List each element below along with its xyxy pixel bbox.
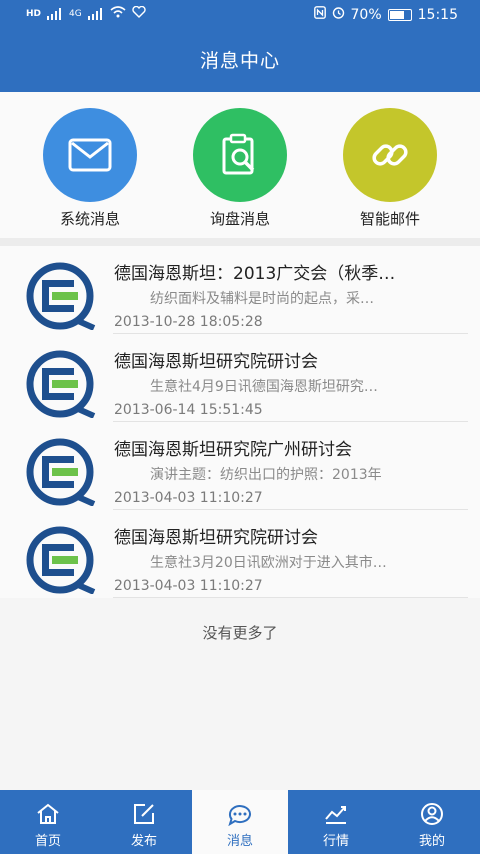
category-smart-mail[interactable]: 智能邮件 — [325, 108, 455, 229]
list-item[interactable]: 德国海恩斯坦研究院广州研讨会 演讲主题：纺织出口的护照：2013年 2013-0… — [0, 422, 480, 510]
tab-label: 首页 — [34, 834, 61, 849]
wifi-icon — [110, 6, 126, 22]
section-divider — [0, 238, 480, 246]
list-item[interactable]: 德国海恩斯坦研究院研讨会 生意社4月9日讯德国海恩斯坦研究… 2013-06-1… — [0, 334, 480, 422]
link-icon[interactable] — [343, 108, 437, 202]
category-shortcuts: 系统消息 询盘消息 智能邮件 — [0, 92, 480, 238]
user-icon — [421, 803, 443, 825]
tab-messages[interactable]: 消息 — [192, 790, 288, 854]
tab-label: 行情 — [322, 834, 349, 849]
home-icon — [37, 803, 59, 824]
no-more-text: 没有更多了 — [202, 624, 278, 642]
heart-icon — [132, 5, 146, 22]
message-time: 2013-04-03 11:10:27 — [114, 490, 263, 506]
chart-icon — [325, 806, 346, 824]
message-title: 德国海恩斯坦研究院研讨会 — [114, 352, 318, 372]
category-label: 智能邮件 — [359, 210, 420, 228]
company-logo — [26, 350, 96, 418]
bottom-nav: 首页 发布 消息 行情 我的 — [0, 790, 480, 854]
battery-percent: 70% — [350, 6, 382, 23]
message-title: 德国海恩斯坦：2013广交会（秋季… — [114, 264, 396, 284]
tab-home[interactable]: 首页 — [0, 790, 96, 854]
company-logo — [26, 262, 96, 330]
message-summary: 演讲主题：纺织出口的护照：2013年 — [150, 467, 382, 483]
chat-icon — [228, 805, 251, 826]
message-time: 2013-04-03 11:10:27 — [114, 578, 263, 594]
page-title: 消息中心 — [0, 30, 480, 92]
alarm-icon — [332, 6, 345, 23]
status-bar: HD 4G 70% 15:15 — [0, 0, 480, 30]
battery-icon — [387, 8, 412, 21]
nfc-icon — [313, 6, 326, 23]
category-label: 询盘消息 — [209, 210, 270, 228]
envelope-icon[interactable] — [43, 108, 137, 202]
list-item[interactable]: 德国海恩斯坦：2013广交会（秋季… 纺织面料及辅料是时尚的起点，采… 2013… — [0, 246, 480, 334]
message-time: 2013-06-14 15:51:45 — [114, 402, 263, 418]
message-title: 德国海恩斯坦研究院研讨会 — [114, 528, 318, 548]
message-summary: 生意社4月9日讯德国海恩斯坦研究… — [150, 379, 378, 395]
tab-mine[interactable]: 我的 — [384, 790, 480, 854]
company-logo — [26, 526, 96, 594]
tab-label: 消息 — [226, 834, 253, 849]
edit-icon — [134, 804, 154, 824]
signal-icon-2 — [87, 8, 104, 20]
category-label: 系统消息 — [59, 210, 120, 228]
tab-label: 我的 — [418, 834, 445, 849]
tab-label: 发布 — [130, 834, 157, 849]
message-time: 2013-10-28 18:05:28 — [114, 314, 263, 330]
message-summary: 纺织面料及辅料是时尚的起点，采… — [150, 291, 374, 307]
company-logo — [26, 438, 96, 506]
category-inquiry-messages[interactable]: 询盘消息 — [175, 108, 305, 229]
signal-icon — [47, 8, 63, 20]
network-label: HD — [26, 9, 42, 19]
list-item[interactable]: 德国海恩斯坦研究院研讨会 生意社3月20日讯欧洲对于进入其市… 2013-04-… — [0, 510, 480, 598]
message-list: 德国海恩斯坦：2013广交会（秋季… 纺织面料及辅料是时尚的起点，采… 2013… — [0, 246, 480, 598]
message-title: 德国海恩斯坦研究院广州研讨会 — [114, 440, 352, 460]
category-system-messages[interactable]: 系统消息 — [25, 108, 155, 229]
clock: 15:15 — [417, 6, 458, 23]
tab-market[interactable]: 行情 — [288, 790, 384, 854]
message-summary: 生意社3月20日讯欧洲对于进入其市… — [150, 555, 387, 571]
clipboard-search-icon[interactable] — [193, 108, 287, 202]
network-type: 4G — [69, 9, 82, 19]
tab-publish[interactable]: 发布 — [96, 790, 192, 854]
